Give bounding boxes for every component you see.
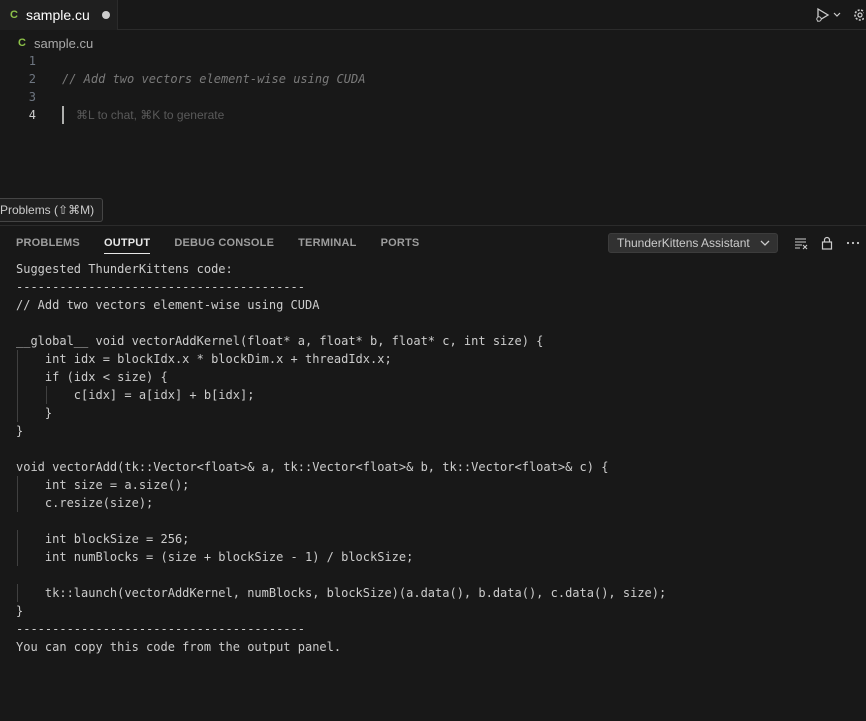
unsaved-dot-icon[interactable] [101,11,110,19]
tab-label: sample.cu [26,7,90,23]
output-line: } [16,424,24,438]
output-line: int numBlocks = (size + blockSize - 1) /… [16,548,414,566]
ghost-hint: ⌘L to chat, ⌘K to generate [76,108,225,122]
panel-tabs: PROBLEMS OUTPUT DEBUG CONSOLE TERMINAL P… [16,226,419,260]
chevron-down-icon [759,236,771,253]
editor-tab-bar: C sample.cu [0,0,866,30]
line-number: 3 [28,90,36,104]
output-line: ---------------------------------------- [16,280,305,294]
line-number: 2 [28,72,36,86]
tab-output[interactable]: OUTPUT [103,226,151,260]
cuda-file-icon: C [10,9,18,21]
line-number: 1 [28,54,36,68]
output-line: c[idx] = a[idx] + b[idx]; [16,386,255,404]
indent-guide [17,350,18,368]
indent-guide [17,476,18,494]
indent-guide [17,494,18,512]
output-channel-label: ThunderKittens Assistant [617,236,750,250]
indent-guide [45,386,47,404]
indent-guide [17,584,18,602]
clear-output-icon[interactable] [788,232,814,254]
indent-guide [17,386,18,404]
output-line: c.resize(size); [16,494,154,512]
editor-actions [814,0,866,30]
output-line: You can copy this code from the output p… [16,640,342,654]
gear-icon[interactable] [850,7,864,23]
indent-guide [17,368,18,386]
line-number: 4 [28,108,36,122]
output-line: Suggested ThunderKittens code: [16,262,233,276]
tab-sample-cu[interactable]: C sample.cu [0,0,118,30]
editor-line: 3 [0,88,866,106]
problems-tooltip: Problems (⇧⌘M) [0,198,104,222]
indent-guide [17,548,18,566]
bottom-panel: PROBLEMS OUTPUT DEBUG CONSOLE TERMINAL P… [0,225,866,721]
output-channel-select[interactable]: ThunderKittens Assistant [608,233,778,253]
editor-line: 2 // Add two vectors element-wise using … [0,70,866,88]
output-line: } [16,404,53,422]
lock-icon[interactable] [814,232,840,254]
output-line: } [16,604,24,618]
output-line: int idx = blockIdx.x * blockDim.x + thre… [16,350,392,368]
breadcrumb[interactable]: C sample.cu [18,33,93,53]
indent-guide [17,530,18,548]
panel-actions: ThunderKittens Assistant [608,226,866,260]
tab-terminal[interactable]: TERMINAL [298,226,356,260]
output-line: // Add two vectors element-wise using CU… [16,298,320,312]
output-text[interactable]: Suggested ThunderKittens code: ----------… [16,260,856,656]
run-debug-icon[interactable] [814,6,844,24]
tab-ports[interactable]: PORTS [381,226,420,260]
editor-line: 1 [0,52,866,70]
output-line: __global__ void vectorAddKernel(float* a… [16,334,544,348]
breadcrumb-file[interactable]: sample.cu [34,36,93,51]
output-line: void vectorAdd(tk::Vector<float>& a, tk:… [16,460,609,474]
output-line: tk::launch(vectorAddKernel, numBlocks, b… [16,584,667,602]
code-editor[interactable]: 1 2 // Add two vectors element-wise usin… [0,52,866,192]
output-line: ---------------------------------------- [16,622,305,636]
text-cursor [62,106,64,124]
editor-line-active: 4 ⌘L to chat, ⌘K to generate [0,106,866,124]
more-actions-icon[interactable] [840,232,866,254]
tab-debug-console[interactable]: DEBUG CONSOLE [174,226,274,260]
output-line: if (idx < size) { [16,368,168,386]
indent-guide [17,404,18,422]
output-line: int size = a.size(); [16,476,190,494]
cuda-file-icon: C [18,37,26,49]
code-comment: // Add two vectors element-wise using CU… [62,72,366,86]
output-line: int blockSize = 256; [16,530,190,548]
tab-problems[interactable]: PROBLEMS [16,226,80,260]
